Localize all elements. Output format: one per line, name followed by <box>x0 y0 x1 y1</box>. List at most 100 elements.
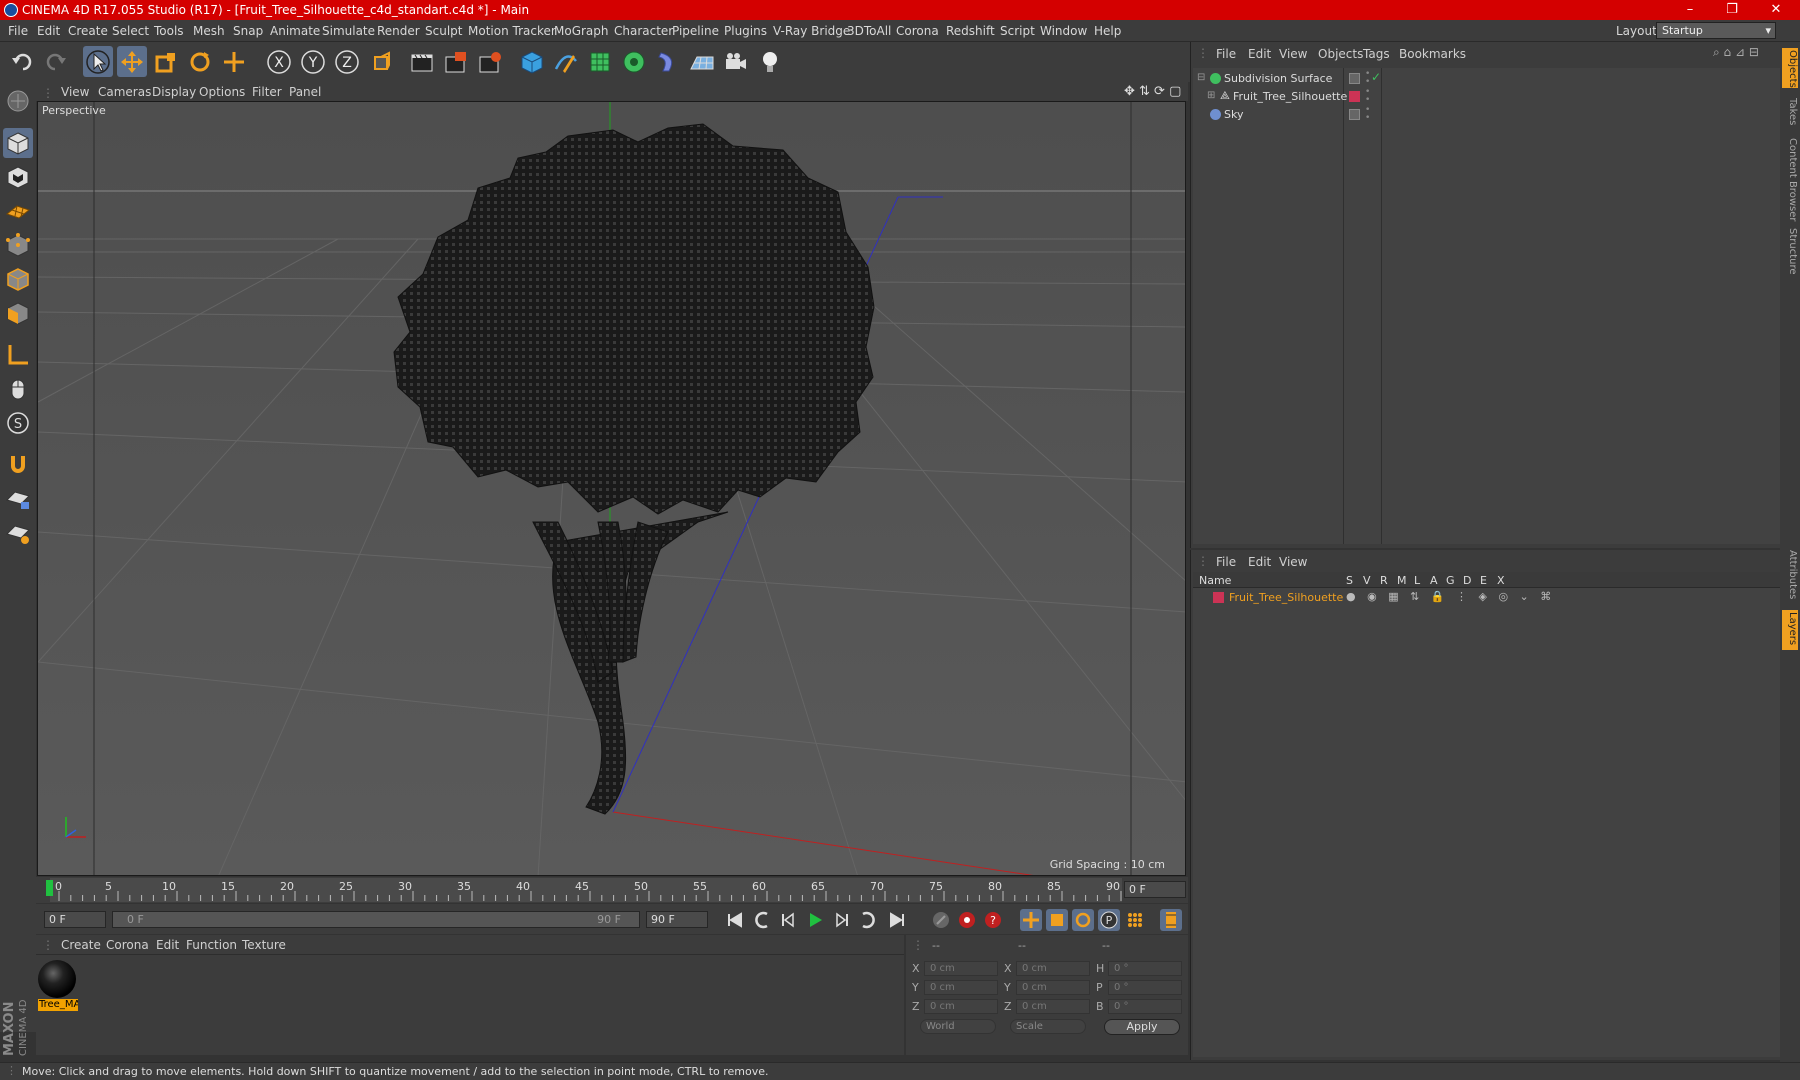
minimize-button[interactable]: – <box>1670 0 1710 20</box>
add-tool-button[interactable] <box>219 46 249 77</box>
rotation-h-field[interactable]: 0 ° <box>1108 961 1182 976</box>
frame-range-slider[interactable]: 0 F 90 F <box>112 911 640 928</box>
menu-corona[interactable]: Corona <box>896 24 939 38</box>
point-mode-button[interactable] <box>3 230 33 260</box>
rotation-b-field[interactable]: 0 ° <box>1108 999 1182 1014</box>
material-menu-create[interactable]: Create <box>61 938 101 952</box>
objects-menu-edit[interactable]: Edit <box>1248 47 1271 61</box>
undo-button[interactable] <box>8 46 38 77</box>
menu-character[interactable]: Character <box>614 24 673 38</box>
menu-create[interactable]: Create <box>68 24 108 38</box>
menu-window[interactable]: Window <box>1040 24 1087 38</box>
position-z-field[interactable]: 0 cm <box>924 999 998 1014</box>
timeline-window-button[interactable] <box>1160 909 1182 931</box>
size-y-field[interactable]: 0 cm <box>1016 980 1090 995</box>
z-axis-lock-button[interactable]: Z <box>332 46 362 77</box>
tab-takes[interactable]: Takes <box>1782 98 1798 128</box>
material-menu-corona[interactable]: Corona <box>106 938 149 952</box>
viewport-navigation-icons[interactable]: ✥ ⇅ ⟳ ▢ <box>1124 84 1181 99</box>
coordinate-mode-dropdown[interactable]: World <box>920 1019 996 1034</box>
axis-mode-button[interactable] <box>3 340 33 370</box>
layout-dropdown[interactable]: Startup ▾ <box>1656 22 1776 39</box>
render-view-button[interactable] <box>407 46 437 77</box>
layers-menu-file[interactable]: File <box>1216 555 1236 569</box>
model-mode-button[interactable] <box>3 128 33 158</box>
material-swatch[interactable]: Tree_MAT <box>38 960 78 1012</box>
workplane-align-button[interactable] <box>3 518 33 548</box>
subdivision-surface-button[interactable] <box>585 46 615 77</box>
viewport-menu-options[interactable]: Options <box>199 85 245 99</box>
key-scale-button[interactable] <box>1046 909 1068 931</box>
render-picture-viewer-button[interactable] <box>441 46 471 77</box>
menu-3dtoall[interactable]: 3DToAll <box>847 24 891 38</box>
object-row-subdivision-surface[interactable]: ⊟ Subdivision Surface • • ✓ <box>1193 70 1781 88</box>
menu-mograph[interactable]: MoGraph <box>554 24 609 38</box>
rotation-p-field[interactable]: 0 ° <box>1108 980 1182 995</box>
layers-menu-view[interactable]: View <box>1279 555 1307 569</box>
next-frame-button[interactable] <box>830 909 852 931</box>
collapse-icon[interactable]: ⊟ <box>1197 72 1205 83</box>
menu-snap[interactable]: Snap <box>233 24 263 38</box>
menu-tools[interactable]: Tools <box>154 24 184 38</box>
next-key-button[interactable] <box>856 909 878 931</box>
texture-mode-button[interactable] <box>3 162 33 192</box>
start-frame-field[interactable]: 0 F <box>44 911 106 928</box>
enabled-check-icon[interactable]: ✓ <box>1371 70 1381 84</box>
floor-button[interactable] <box>687 46 717 77</box>
coordinate-system-button[interactable] <box>367 46 397 77</box>
menu-redshift[interactable]: Redshift <box>946 24 995 38</box>
menu-mesh[interactable]: Mesh <box>193 24 225 38</box>
current-frame-field[interactable]: 0 F <box>1124 881 1186 898</box>
objects-menu-bookmarks[interactable]: Bookmarks <box>1399 47 1466 61</box>
key-pla-button[interactable] <box>1124 909 1146 931</box>
expand-icon[interactable]: ⊞ <box>1207 90 1215 101</box>
key-position-button[interactable] <box>1020 909 1042 931</box>
objects-menu-file[interactable]: File <box>1216 47 1236 61</box>
viewport-perspective[interactable]: Perspective Grid Spacing : 10 cm <box>37 101 1186 876</box>
scale-tool-button[interactable] <box>151 46 181 77</box>
make-editable-button[interactable] <box>3 86 33 116</box>
menu-select[interactable]: Select <box>112 24 149 38</box>
material-menu-function[interactable]: Function <box>186 938 237 952</box>
workplane-lock-button[interactable] <box>3 484 33 514</box>
size-x-field[interactable]: 0 cm <box>1016 961 1090 976</box>
edge-mode-button[interactable] <box>3 264 33 294</box>
previous-key-button[interactable] <box>752 909 774 931</box>
edit-render-settings-button[interactable] <box>475 46 505 77</box>
previous-frame-button[interactable] <box>778 909 800 931</box>
material-menu-texture[interactable]: Texture <box>242 938 286 952</box>
keyframe-selection-button[interactable]: ? <box>982 909 1004 931</box>
viewport-menu-cameras[interactable]: Cameras <box>98 85 151 99</box>
select-tool-button[interactable] <box>83 46 113 77</box>
objects-menu-objects[interactable]: Objects <box>1318 47 1363 61</box>
go-to-end-button[interactable] <box>886 909 908 931</box>
position-x-field[interactable]: 0 cm <box>924 961 998 976</box>
y-axis-lock-button[interactable]: Y <box>298 46 328 77</box>
tab-structure[interactable]: Structure <box>1782 228 1798 278</box>
redo-button[interactable] <box>40 46 70 77</box>
object-row-fruit-tree[interactable]: ⊞ ⟁ Fruit_Tree_Silhouette • • <box>1193 88 1781 106</box>
close-button[interactable]: ✕ <box>1756 0 1796 20</box>
layer-row[interactable]: Fruit_Tree_Silhouette ● ◉ ▦ ⇅ 🔒 ⋮ ◈ ◎ ⌄ … <box>1193 589 1781 607</box>
menu-pipeline[interactable]: Pipeline <box>672 24 719 38</box>
cloner-button[interactable] <box>619 46 649 77</box>
menu-help[interactable]: Help <box>1094 24 1121 38</box>
tab-objects[interactable]: Objects <box>1782 48 1798 88</box>
key-parameter-button[interactable]: P <box>1098 909 1120 931</box>
layer-toggle-icons[interactable]: ● ◉ ▦ ⇅ 🔒 ⋮ ◈ ◎ ⌄ ⌘ <box>1346 590 1555 603</box>
move-tool-button[interactable] <box>117 46 147 77</box>
cube-object-button[interactable] <box>517 46 547 77</box>
menu-edit[interactable]: Edit <box>37 24 60 38</box>
visibility-dots-icon[interactable]: • • <box>1365 88 1370 105</box>
viewport-menu-display[interactable]: Display <box>152 85 196 99</box>
polygon-mode-button[interactable] <box>3 298 33 328</box>
objects-menu-tags[interactable]: Tags <box>1363 47 1390 61</box>
play-button[interactable] <box>804 909 826 931</box>
menu-render[interactable]: Render <box>377 24 420 38</box>
menu-script[interactable]: Script <box>1000 24 1035 38</box>
size-mode-dropdown[interactable]: Scale <box>1010 1019 1086 1034</box>
x-axis-lock-button[interactable]: X <box>264 46 294 77</box>
viewport-menu-filter[interactable]: Filter <box>252 85 282 99</box>
menu-file[interactable]: File <box>8 24 28 38</box>
autokeying-button[interactable] <box>956 909 978 931</box>
